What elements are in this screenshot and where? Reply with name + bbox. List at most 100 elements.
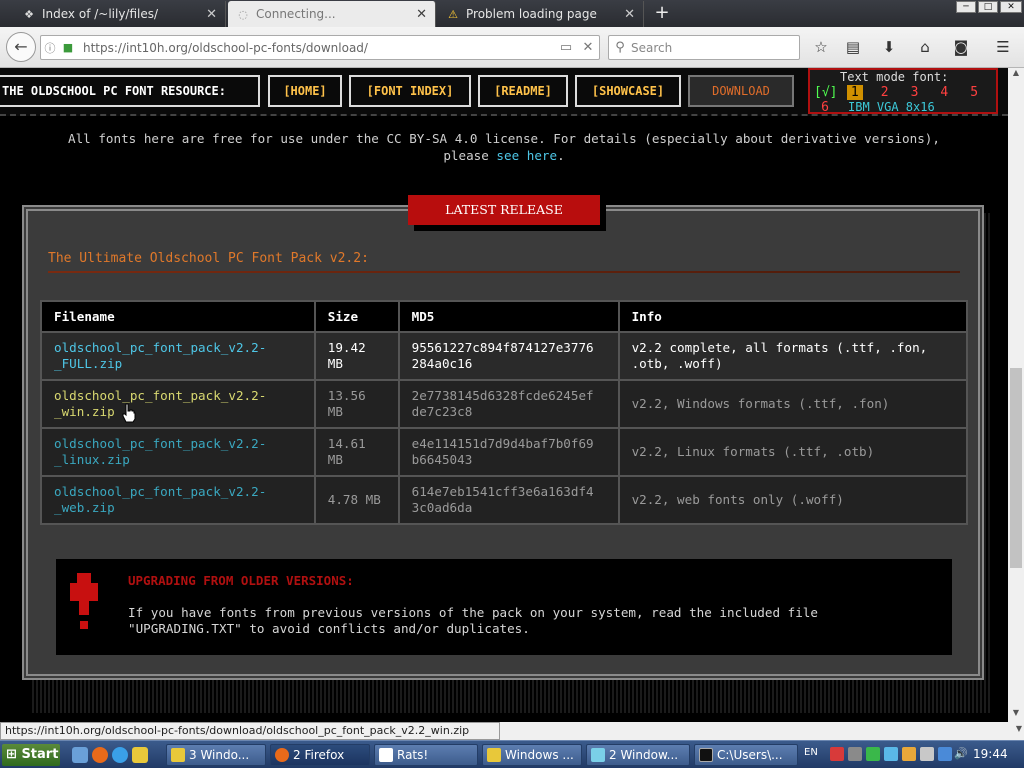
nav-readme[interactable]: [README] bbox=[478, 75, 568, 107]
security-tray-icon[interactable] bbox=[848, 747, 862, 761]
task-label: Windows ... bbox=[505, 748, 574, 762]
taskbar-item-explorer[interactable]: 3 Windo... bbox=[166, 744, 266, 766]
taskbar-item-windows-group[interactable]: 2 Window... bbox=[586, 744, 690, 766]
lock-icon[interactable]: ■ bbox=[59, 41, 77, 54]
menu-icon[interactable]: ☰ bbox=[992, 38, 1014, 58]
font-option-1[interactable]: 1 bbox=[846, 85, 863, 100]
url-path: /oldschool-pc-fonts/download/ bbox=[188, 40, 368, 55]
address-bar[interactable]: ⓘ ■ https://int10h.org/oldschool-pc-font… bbox=[40, 35, 600, 60]
messenger-tray-icon[interactable] bbox=[884, 747, 898, 761]
info-icon[interactable]: ⓘ bbox=[41, 40, 59, 56]
url-text[interactable]: https://int10h.org/oldschool-pc-fonts/do… bbox=[83, 41, 555, 55]
downloads-icon[interactable]: ⬇ bbox=[878, 38, 900, 58]
table-row: oldschool_pc_font_pack_v2.2- _win.zip 13.… bbox=[40, 379, 969, 429]
download-link-web[interactable]: oldschool_pc_font_pack_v2.2- _web.zip bbox=[54, 484, 266, 515]
info-cell: v2.2, Linux formats (.ttf, .otb) bbox=[617, 427, 969, 477]
filename-part: oldschool_pc_font_pack_v2.2- bbox=[54, 484, 267, 499]
maximize-button[interactable]: □ bbox=[978, 1, 998, 13]
tab-title: Problem loading page bbox=[466, 7, 597, 21]
bookmark-star-icon[interactable]: ☆ bbox=[810, 38, 832, 58]
font-toggle-check[interactable]: [√] bbox=[814, 85, 837, 100]
md5-part: e4e114151d7d9d4baf7b0f69 bbox=[411, 436, 594, 451]
firefox-icon[interactable] bbox=[92, 747, 108, 763]
volume-icon[interactable]: 🔊 bbox=[954, 747, 968, 761]
antivirus-tray-icon[interactable] bbox=[830, 747, 844, 761]
taskbar-item-cmd[interactable]: C:\Users\... bbox=[694, 744, 798, 766]
filename-part: oldschool_pc_font_pack_v2.2- bbox=[54, 340, 267, 355]
md5-part: 3c0ad6da bbox=[411, 500, 473, 515]
stop-icon[interactable]: ✕ bbox=[577, 40, 599, 55]
close-tab-icon[interactable]: ✕ bbox=[624, 7, 635, 22]
nav-download[interactable]: DOWNLOAD bbox=[688, 75, 794, 107]
reading-list-icon[interactable]: ▤ bbox=[842, 38, 864, 58]
font-option-5[interactable]: 5 bbox=[963, 85, 985, 100]
taskbar-item-windows[interactable]: Windows ... bbox=[482, 744, 582, 766]
download-link-linux[interactable]: oldschool_pc_font_pack_v2.2- _linux.zip bbox=[54, 436, 266, 467]
size-unit: MB bbox=[327, 404, 343, 419]
network-tray-icon[interactable] bbox=[866, 747, 880, 761]
nav-home[interactable]: [HOME] bbox=[268, 75, 342, 107]
nav-showcase[interactable]: [SHOWCASE] bbox=[575, 75, 681, 107]
connection-tray-icon[interactable] bbox=[938, 747, 952, 761]
notepad-icon bbox=[379, 748, 393, 762]
task-label: 3 Windo... bbox=[189, 748, 250, 762]
scroll-down-icon[interactable]: ▼ bbox=[1016, 724, 1022, 733]
task-label: 2 Firefox bbox=[293, 748, 345, 762]
upgrade-line-1: If you have fonts from previous versions… bbox=[128, 605, 818, 620]
filename-cell: oldschool_pc_font_pack_v2.2- _win.zip bbox=[40, 379, 316, 429]
taskbar-item-firefox[interactable]: 2 Firefox bbox=[270, 744, 370, 766]
search-input[interactable]: ⚲ Search bbox=[608, 35, 800, 60]
back-button[interactable]: ← bbox=[6, 32, 36, 62]
scroll-up-icon[interactable]: ▲ bbox=[1008, 68, 1024, 82]
close-window-button[interactable]: ✕ bbox=[1000, 1, 1022, 13]
minimize-button[interactable]: ─ bbox=[956, 1, 976, 13]
pocket-icon[interactable]: ◙ bbox=[950, 38, 972, 58]
font-option-3[interactable]: 3 bbox=[903, 85, 925, 100]
nav-font-index[interactable]: [FONT INDEX] bbox=[349, 75, 471, 107]
search-placeholder: Search bbox=[631, 40, 673, 55]
scrollbar-thumb[interactable] bbox=[1010, 368, 1022, 568]
page-icon: ❖ bbox=[24, 7, 34, 21]
info-cell: v2.2, Windows formats (.ttf, .fon) bbox=[617, 379, 969, 429]
tab-index-of-files[interactable]: ❖ Index of /~lily/files/ ✕ bbox=[14, 1, 226, 27]
show-desktop-icon[interactable] bbox=[72, 747, 88, 763]
license-notice: All fonts here are free for use under th… bbox=[0, 130, 1008, 164]
license-prefix: please bbox=[443, 148, 497, 163]
language-indicator[interactable]: EN bbox=[804, 747, 818, 758]
font-option-4[interactable]: 4 bbox=[933, 85, 955, 100]
web-page: THE OLDSCHOOL PC FONT RESOURCE: [HOME] [… bbox=[0, 68, 1008, 722]
size-cell: 4.78 MB bbox=[313, 475, 400, 525]
font-option-6[interactable]: 6 bbox=[814, 100, 836, 115]
latest-release-badge: LATEST RELEASE bbox=[408, 195, 600, 225]
ie-icon[interactable] bbox=[112, 747, 128, 763]
home-icon[interactable]: ⌂ bbox=[914, 38, 936, 58]
close-tab-icon[interactable]: ✕ bbox=[206, 7, 217, 22]
column-header-md5: MD5 bbox=[397, 300, 620, 333]
filename-part: oldschool_pc_font_pack_v2.2- bbox=[54, 388, 267, 403]
license-line-2: please see here. bbox=[0, 147, 1008, 164]
tab-problem-loading[interactable]: ⚠ Problem loading page ✕ bbox=[438, 1, 644, 27]
start-button[interactable]: ⊞ Start bbox=[2, 744, 60, 766]
info-part: v2.2 complete, all formats (.ttf, .fon, bbox=[631, 340, 928, 355]
close-tab-icon[interactable]: ✕ bbox=[416, 7, 427, 22]
update-tray-icon[interactable] bbox=[902, 747, 916, 761]
download-link-full[interactable]: oldschool_pc_font_pack_v2.2- _FULL.zip bbox=[54, 340, 266, 371]
tab-connecting[interactable]: ◌ Connecting... ✕ bbox=[228, 1, 436, 27]
upgrade-text: If you have fonts from previous versions… bbox=[128, 605, 928, 637]
taskbar-item-rats[interactable]: Rats! bbox=[374, 744, 478, 766]
size-value: 19.42 bbox=[327, 340, 366, 355]
back-arrow-icon: ← bbox=[14, 37, 28, 56]
font-option-2[interactable]: 2 bbox=[874, 85, 896, 100]
new-tab-button[interactable]: + bbox=[650, 3, 674, 25]
display-tray-icon[interactable] bbox=[920, 747, 934, 761]
license-link[interactable]: see here bbox=[496, 148, 557, 163]
scroll-down-icon[interactable]: ▼ bbox=[1008, 708, 1024, 722]
media-player-icon[interactable] bbox=[132, 747, 148, 763]
filename-cell: oldschool_pc_font_pack_v2.2- _FULL.zip bbox=[40, 331, 316, 381]
table-row: oldschool_pc_font_pack_v2.2- _linux.zip 1… bbox=[40, 427, 969, 477]
reader-view-icon[interactable]: ▭ bbox=[555, 40, 577, 55]
md5-cell: e4e114151d7d9d4baf7b0f69 b6645043 bbox=[397, 427, 620, 477]
vertical-scrollbar[interactable]: ▲ ▼ bbox=[1008, 68, 1024, 722]
download-link-win[interactable]: oldschool_pc_font_pack_v2.2- _win.zip bbox=[54, 388, 266, 419]
pack-title: The Ultimate Oldschool PC Font Pack v2.2… bbox=[48, 251, 369, 266]
